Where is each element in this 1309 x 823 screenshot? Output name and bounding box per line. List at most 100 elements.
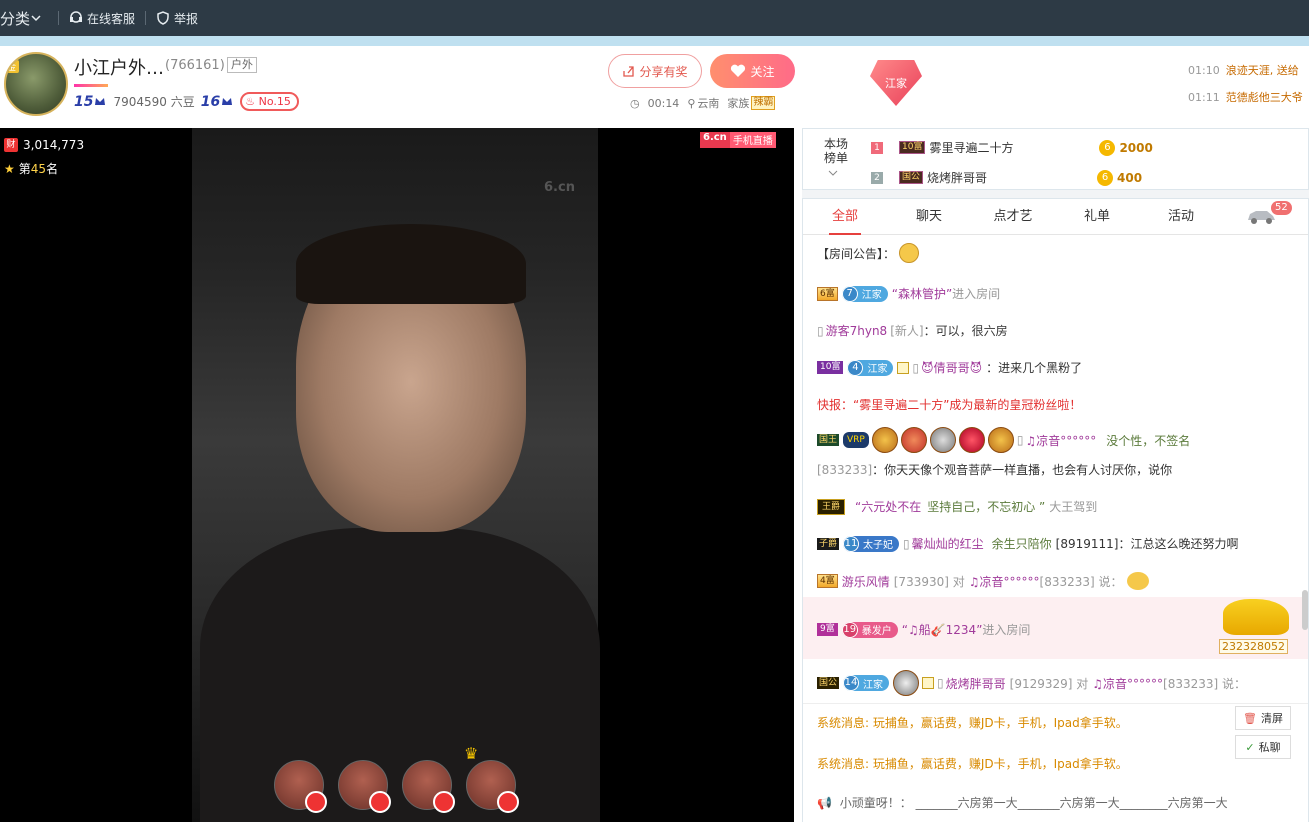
wealth-tag: 4富 bbox=[817, 574, 838, 588]
user-signature: 坚持自己，不忘初心 ” bbox=[927, 500, 1046, 514]
wealth-icon: 财 bbox=[4, 138, 18, 152]
star-icon: ★ bbox=[4, 161, 15, 176]
shield-icon bbox=[893, 670, 920, 696]
anchor-avatar[interactable]: 金 bbox=[4, 52, 68, 116]
tab-all[interactable]: 全部 bbox=[803, 199, 887, 235]
guard-icon bbox=[897, 361, 910, 374]
chevron-down-icon[interactable] bbox=[828, 169, 838, 177]
ranking-name: 烧烤胖哥哥 bbox=[927, 171, 988, 185]
avatar-badge: 金 bbox=[6, 60, 20, 73]
seat-avatar[interactable] bbox=[466, 760, 519, 813]
star-rank: ★ 第 45 名 bbox=[4, 160, 58, 177]
system-area: 系统消息: 玩捕鱼，赢话费，赚JD卡，手机，Ipad拿手软。 系统消息: 玩捕鱼… bbox=[803, 703, 1308, 823]
noble-tag: 国王 bbox=[817, 434, 840, 446]
clear-screen-button[interactable]: 🗑 清屏 bbox=[1235, 706, 1291, 730]
seat-avatar[interactable] bbox=[274, 760, 327, 813]
mobile-live-label: 手机直播 bbox=[729, 132, 776, 148]
ranking-label[interactable]: 本场榜单 bbox=[821, 137, 851, 165]
wealth-level-icon bbox=[222, 97, 233, 105]
chevron-down-icon bbox=[31, 15, 41, 22]
ranking-board: 本场榜单 1 10富 雾里寻遍二十方 6 2000 2 国公 烧烤胖哥哥 6 4… bbox=[802, 128, 1309, 190]
chat-message: 10富 4 江家 ▯ 😈倩哥哥😈 ：进来几个黑粉了 bbox=[817, 359, 1082, 376]
emoji-icon bbox=[899, 243, 920, 263]
seat-avatar[interactable] bbox=[338, 760, 391, 813]
system-message: 系统消息: 玩捕鱼，赢话费，赚JD卡，手机，Ipad拿手软。 bbox=[817, 757, 1128, 771]
sofa-icon bbox=[497, 791, 519, 813]
tab-gift-list[interactable]: 礼单 bbox=[1055, 199, 1139, 235]
ranking-row[interactable]: 2 国公 烧烤胖哥哥 6 400 bbox=[871, 169, 1301, 186]
chat-message: [833233] ：你天天像个观音菩萨一样直播，也会有人讨厌你，说你 bbox=[817, 461, 1172, 478]
medal-icon bbox=[987, 427, 1014, 453]
message-text: ：可以，很六房 bbox=[923, 324, 1008, 338]
medal-icon bbox=[958, 427, 985, 453]
notice-label: 【房间公告】： bbox=[817, 246, 896, 261]
video-player[interactable]: 财 3,014,773 ★ 第 45 名 6.cn 手机直播 6.cn ♛ bbox=[0, 128, 794, 822]
clock-icon: ◷ bbox=[630, 96, 640, 110]
bottom-message: 📢 小顽童呀！： _______六房第一大_______六房第一大_______… bbox=[817, 794, 1228, 811]
user-name[interactable]: “♫船🎸1234” bbox=[902, 621, 983, 638]
anchor-level: 15 bbox=[74, 93, 94, 110]
tab-chat[interactable]: 聊天 bbox=[887, 199, 971, 235]
chat-messages[interactable]: 【房间公告】： 6富 7 江家 “森林管护” 进入房间 ▯ 游客7hyn8 [新人… bbox=[803, 235, 1308, 703]
user-id: [833233] bbox=[817, 462, 873, 477]
user-name[interactable]: “六元处不在 bbox=[855, 498, 921, 515]
private-label: 私聊 bbox=[1258, 741, 1281, 754]
new-user-tag: [新人] bbox=[890, 324, 924, 338]
emoji-icon bbox=[1126, 572, 1149, 590]
user-name[interactable]: 😈倩哥哥😈 bbox=[921, 359, 982, 376]
message-text: ：进来几个黑粉了 bbox=[986, 361, 1083, 375]
ranking-row[interactable]: 1 10富 雾里寻遍二十方 6 2000 bbox=[871, 139, 1301, 156]
user-name[interactable]: 游客7hyn8 bbox=[826, 322, 888, 339]
phone-icon: ▯ bbox=[817, 323, 824, 338]
share-button[interactable]: 分享有奖 bbox=[608, 54, 702, 88]
police-icon bbox=[157, 11, 169, 25]
headset-icon bbox=[70, 11, 82, 23]
user-name[interactable]: “森林管护” bbox=[892, 285, 952, 302]
report-link[interactable]: 举报 bbox=[156, 10, 198, 27]
phone-icon: ▯ bbox=[903, 536, 910, 551]
wealth-tag: 10富 bbox=[817, 361, 844, 374]
anchor-category-tag[interactable]: 户外 bbox=[227, 57, 257, 73]
chat-message: ▯ 游客7hyn8 [新人] ：可以，很六房 bbox=[817, 322, 1008, 339]
seat-avatar[interactable] bbox=[402, 760, 455, 813]
fan-club-name: 江家 bbox=[867, 364, 888, 375]
ranking-value: 400 bbox=[1117, 170, 1143, 185]
tab-request[interactable]: 点才艺 bbox=[971, 199, 1055, 235]
car-id: 232328052 bbox=[1219, 639, 1288, 654]
flame-icon: ♨ bbox=[245, 95, 256, 108]
message-text: 进入房间 bbox=[952, 287, 1001, 301]
user-name[interactable]: 馨灿灿的红尘 bbox=[912, 535, 984, 552]
mobile-live-logo: 6.cn 手机直播 bbox=[700, 132, 776, 148]
private-chat-button[interactable]: ✓ 私聊 bbox=[1235, 735, 1291, 759]
target-user[interactable]: ♫凉音°°°°°° bbox=[1092, 675, 1163, 692]
user-name[interactable]: 游乐风情 bbox=[842, 573, 890, 590]
car-count: 52 bbox=[1271, 201, 1292, 215]
car-entry[interactable]: 52 bbox=[1245, 201, 1292, 227]
rank-badge[interactable]: ♨ No.15 bbox=[240, 92, 299, 111]
fan-level: 7 bbox=[841, 285, 858, 302]
family-label: 家族 bbox=[727, 97, 750, 110]
tab-activity[interactable]: 活动 bbox=[1139, 199, 1223, 235]
guard-icon bbox=[922, 677, 935, 689]
coin-icon: 6 bbox=[1099, 139, 1116, 156]
trash-icon: 🗑 bbox=[1243, 711, 1257, 725]
user-name[interactable]: 烧烤胖哥哥 bbox=[946, 675, 1006, 692]
feed-text: 浪迹天涯, 送给 bbox=[1225, 64, 1299, 77]
category-menu[interactable]: 分类 bbox=[0, 8, 48, 29]
wealth-stat: 财 3,014,773 bbox=[4, 138, 84, 152]
follow-button[interactable]: 关注 bbox=[710, 54, 795, 88]
fan-club-badge[interactable]: 江家 bbox=[862, 54, 934, 112]
chat-message: 国公 14 江家 ▯ 烧烤胖哥哥 [9129329] 对 ♫凉音°°°°°° [8… bbox=[817, 670, 1246, 696]
online-service-link[interactable]: 在线客服 bbox=[69, 10, 135, 27]
scrollbar[interactable] bbox=[1302, 590, 1308, 630]
feed-time: 01:10 bbox=[1188, 64, 1220, 77]
anchor-name: 小江户外… bbox=[74, 58, 164, 79]
sender-name[interactable]: 小顽童呀！： bbox=[840, 796, 912, 810]
chat-message: 9富 19 暴发户 “♫船🎸1234” 进入房间 bbox=[817, 621, 1030, 638]
right-panel: 本场榜单 1 10富 雾里寻遍二十方 6 2000 2 国公 烧烤胖哥哥 6 4… bbox=[802, 128, 1309, 823]
user-name[interactable]: ♫凉音°°°°°° bbox=[1025, 432, 1096, 449]
bean-count: 7904590 六豆 bbox=[113, 95, 195, 109]
user-signature: 余生只陪你 bbox=[991, 537, 1052, 551]
target-user[interactable]: ♫凉音°°°°°° bbox=[969, 573, 1040, 590]
family-tag[interactable]: 辣霸 bbox=[751, 96, 776, 110]
